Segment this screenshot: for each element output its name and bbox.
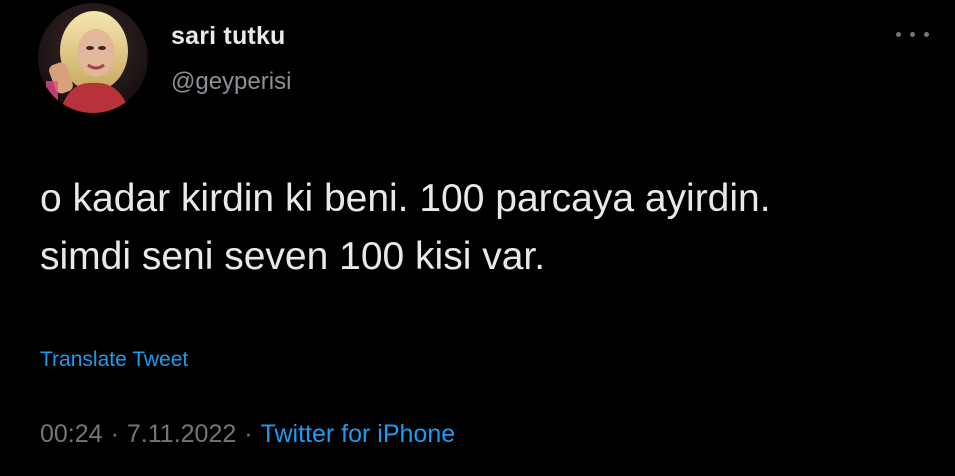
translate-tweet-link[interactable]: Translate Tweet [40,349,188,370]
tweet-date: 7.11.2022 [126,420,237,448]
tweet-source-link[interactable]: Twitter for iPhone [261,420,456,448]
tweet-time: 00:24 [40,420,103,448]
meta-separator: · [110,420,119,448]
tweet-card: sari tutku @geyperisi o kadar kirdin ki … [0,0,955,476]
author-display-name[interactable]: sari tutku [171,24,286,49]
more-options-button[interactable] [894,26,934,42]
tweet-metadata: 00:24 · 7.11.2022 · Twitter for iPhone [40,422,455,447]
ellipsis-icon [896,32,901,37]
author-handle[interactable]: @geyperisi [171,70,291,94]
profile-photo-icon [38,3,148,113]
ellipsis-icon [924,32,929,37]
author-avatar[interactable] [38,3,148,113]
meta-separator: · [244,420,253,448]
tweet-text: o kadar kirdin ki beni. 100 parcaya ayir… [40,170,940,286]
ellipsis-icon [910,32,915,37]
tweet-text-line: o kadar kirdin ki beni. 100 parcaya ayir… [40,177,771,220]
tweet-text-line: simdi seni seven 100 kisi var. [40,235,546,278]
